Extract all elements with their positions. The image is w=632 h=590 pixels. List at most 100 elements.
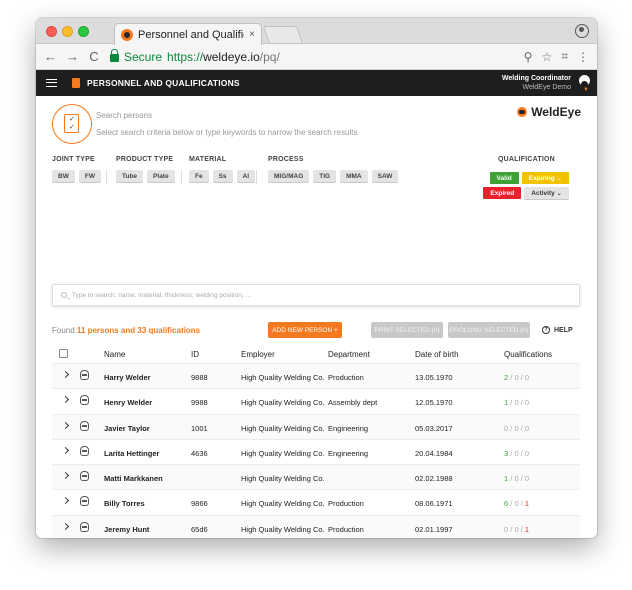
person-department: Production xyxy=(328,524,364,534)
search-box[interactable] xyxy=(52,284,580,306)
chevron-right-icon[interactable] xyxy=(61,522,70,530)
print-selected-button[interactable]: PRINT SELECTED (0) xyxy=(371,322,443,338)
person-employer: High Quality Welding Co. xyxy=(241,373,325,382)
qualification-label: QUALIFICATION xyxy=(498,156,555,163)
chevron-right-icon[interactable] xyxy=(61,421,70,429)
filter-chip-mma[interactable]: MMA xyxy=(340,170,368,182)
person-name[interactable]: Harry Welder xyxy=(104,373,151,382)
filter-expiring-dropdown[interactable]: Expiring ⌄ xyxy=(521,172,569,184)
person-date-of-birth: 05.03.2017 xyxy=(415,423,453,433)
browser-menu-icon[interactable]: ⋮ xyxy=(577,50,589,64)
cast-icon[interactable]: ⌗ xyxy=(561,49,568,64)
filter-chip-bw[interactable]: BW xyxy=(52,170,75,182)
url-field[interactable]: Secure https://weldeye.io/pq/ xyxy=(110,47,514,67)
expired-count: 0 xyxy=(524,398,530,408)
filter-activity-dropdown[interactable]: Activity ⌄ xyxy=(524,187,569,199)
expired-count: 1 xyxy=(524,499,530,509)
tab-strip: Personnel and Qualifications / × xyxy=(36,18,597,45)
filter-valid-button[interactable]: Valid xyxy=(489,172,519,184)
qualification-counts: 3 / 0 / 0 xyxy=(504,448,530,458)
expired-count: 0 xyxy=(524,423,530,433)
filter-chip-ss[interactable]: Ss xyxy=(212,170,233,182)
person-id: 4636 xyxy=(191,448,208,458)
maximize-window-button[interactable] xyxy=(78,26,89,37)
person-employer: High Quality Welding Co. xyxy=(241,398,325,408)
tab-close-icon[interactable]: × xyxy=(249,29,255,40)
process-filters: MIG/MAG TIG MMA SAW xyxy=(268,170,399,182)
search-input[interactable] xyxy=(72,291,571,299)
hamburger-menu-icon[interactable] xyxy=(46,79,57,87)
zoom-icon[interactable]: ⚲ xyxy=(524,50,533,64)
minimize-window-button[interactable] xyxy=(62,26,73,37)
column-header-qualifications[interactable]: Qualifications xyxy=(504,350,552,359)
user-menu[interactable]: Welding Coordinator WeldEye Demo xyxy=(502,74,571,92)
filter-chip-tig[interactable]: TIG xyxy=(313,170,337,182)
person-name[interactable]: Henry Welder xyxy=(104,398,152,407)
person-name[interactable]: Larita Hettinger xyxy=(104,449,159,458)
url-text: https://weldeye.io/pq/ xyxy=(167,49,280,64)
search-subtitle: Select search criteria below or type key… xyxy=(96,128,358,137)
table-row[interactable]: Matti Markkanen High Quality Welding Co. 0… xyxy=(52,465,580,491)
product-type-label: PRODUCT TYPE xyxy=(116,156,174,163)
person-date-of-birth: 02.01.1997 xyxy=(415,524,453,534)
close-window-button[interactable] xyxy=(46,26,57,37)
table-row[interactable]: Harry Welder 9888 High Quality Welding Co.… xyxy=(52,364,580,390)
expired-count: 0 xyxy=(524,448,530,458)
filter-chip-fe[interactable]: Fe xyxy=(189,170,209,182)
select-all-checkbox[interactable] xyxy=(59,349,68,358)
person-id: 9988 xyxy=(191,398,208,408)
back-arrow-icon[interactable]: ← xyxy=(44,49,57,64)
chevron-down-icon[interactable]: ▼ xyxy=(583,87,589,93)
table-row[interactable]: Billy Torres 9866 High Quality Welding Co.… xyxy=(52,490,580,516)
prolong-selected-button[interactable]: PROLONG SELECTED (0) xyxy=(448,322,530,338)
new-tab-button[interactable] xyxy=(262,26,304,44)
column-header-id[interactable]: ID xyxy=(191,350,199,359)
filter-chip-fw[interactable]: FW xyxy=(78,170,101,182)
help-link[interactable]: ? HELP xyxy=(542,326,573,334)
person-name[interactable]: Billy Torres xyxy=(104,499,145,508)
chevron-right-icon[interactable] xyxy=(61,396,70,404)
person-name[interactable]: Javier Taylor xyxy=(104,424,150,433)
person-employer: High Quality Welding Co. xyxy=(241,474,325,484)
filter-chip-mig-mag[interactable]: MIG/MAG xyxy=(268,170,310,182)
user-avatar-icon[interactable] xyxy=(579,75,590,86)
column-header-date-of-birth[interactable]: Date of birth xyxy=(415,350,459,359)
person-name[interactable]: Matti Markkanen xyxy=(104,474,163,483)
person-employer: High Quality Welding Co. xyxy=(241,524,325,534)
browser-profile-icon[interactable] xyxy=(575,24,589,38)
column-header-name[interactable]: Name xyxy=(104,350,125,359)
forward-arrow-icon[interactable]: → xyxy=(66,49,79,64)
welder-helmet-icon xyxy=(80,521,89,532)
chevron-right-icon[interactable] xyxy=(61,472,70,480)
person-id: 9866 xyxy=(191,499,208,509)
material-label: MATERIAL xyxy=(189,156,227,163)
bookmark-star-icon[interactable]: ☆ xyxy=(541,50,552,64)
filter-chip-al[interactable]: Al xyxy=(236,170,256,182)
person-name[interactable]: Jeremy Hunt xyxy=(104,525,149,534)
browser-tab[interactable]: Personnel and Qualifications / × xyxy=(114,23,262,45)
help-icon: ? xyxy=(542,326,550,334)
table-row[interactable]: Larita Hettinger 4636 High Quality Welding… xyxy=(52,440,580,466)
chevron-right-icon[interactable] xyxy=(61,370,70,379)
welder-helmet-icon xyxy=(80,420,89,431)
expired-count: 0 xyxy=(524,373,530,382)
person-date-of-birth: 12.05.1970 xyxy=(415,398,453,408)
persons-table-body: Harry Welder 9888 High Quality Welding Co.… xyxy=(52,364,580,538)
chevron-right-icon[interactable] xyxy=(61,497,70,505)
column-header-employer[interactable]: Employer xyxy=(241,350,275,359)
filter-chip-plate[interactable]: Plate xyxy=(147,170,175,182)
filter-expired-button[interactable]: Expired xyxy=(483,187,522,199)
reload-icon[interactable]: C xyxy=(88,49,100,64)
filter-chip-tube[interactable]: Tube xyxy=(116,170,144,182)
table-row[interactable]: Javier Taylor 1001 High Quality Welding Co… xyxy=(52,414,580,440)
column-header-department[interactable]: Department xyxy=(328,350,370,359)
product-type-filters: Tube Plate xyxy=(116,170,175,182)
welder-helmet-icon xyxy=(80,395,89,406)
qualification-filters-bottom: Expired Activity ⌄ xyxy=(483,187,569,199)
chevron-right-icon[interactable] xyxy=(61,446,70,454)
table-row[interactable]: Henry Welder 9988 High Quality Welding Co.… xyxy=(52,389,580,415)
add-new-person-button[interactable]: ADD NEW PERSON + xyxy=(268,322,342,338)
table-row[interactable]: Jeremy Hunt 65d6 High Quality Welding Co. P… xyxy=(52,515,580,538)
filter-chip-saw[interactable]: SAW xyxy=(371,170,399,182)
person-department: Engineering xyxy=(328,448,369,458)
